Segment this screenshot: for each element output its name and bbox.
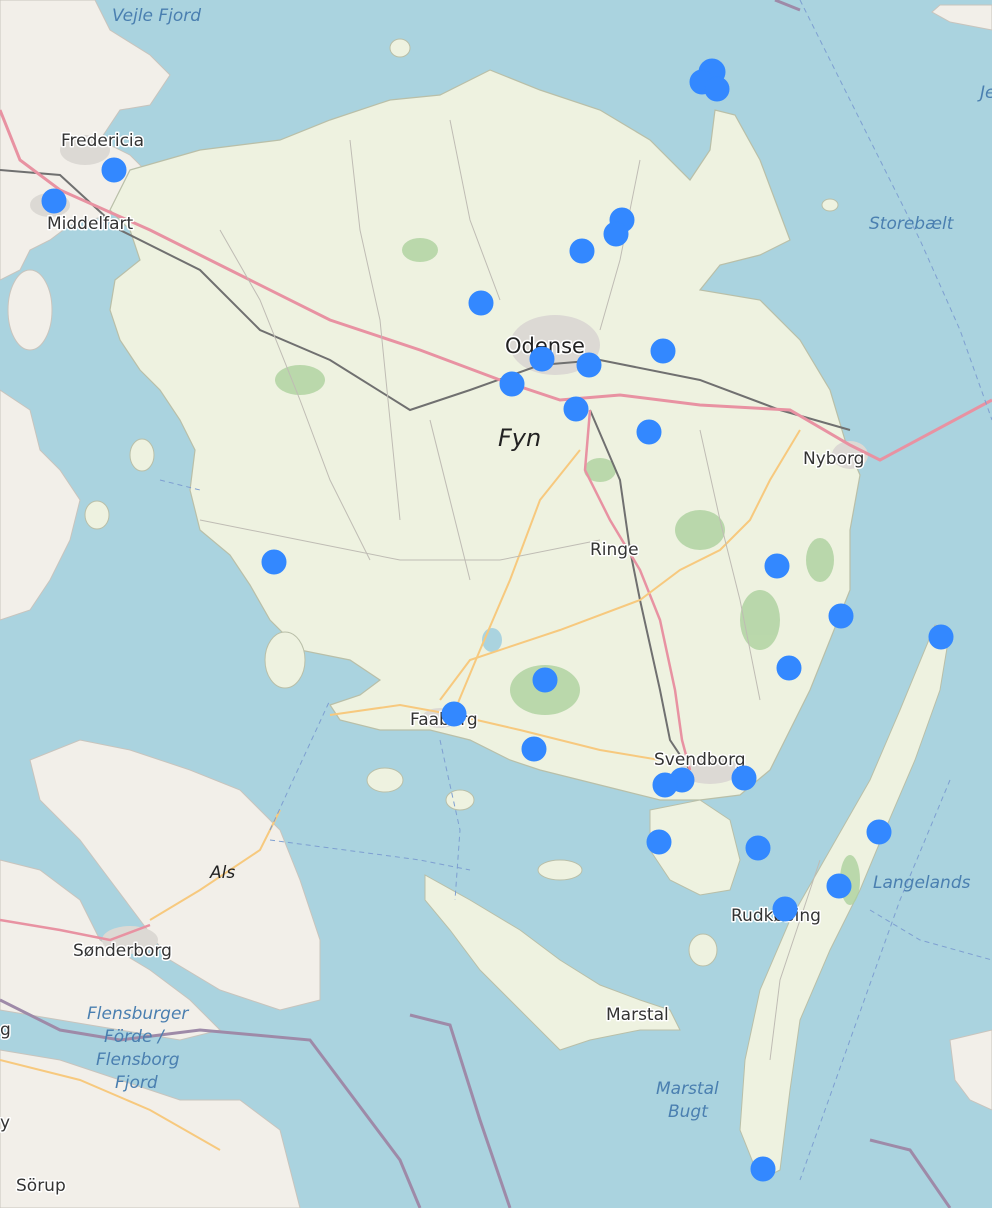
map-marker[interactable] [576, 352, 602, 378]
label-ringe: Ringe [590, 540, 639, 560]
map-marker[interactable] [866, 819, 892, 845]
island-4 [445, 789, 475, 811]
label-edge-je: Je [977, 83, 992, 103]
island-9 [7, 269, 53, 351]
map-marker[interactable] [652, 772, 678, 798]
map-marker[interactable] [646, 829, 672, 855]
map-marker[interactable] [745, 835, 771, 861]
label-flensburger-4: Fjord [115, 1073, 158, 1093]
map-marker[interactable] [101, 157, 127, 183]
map-marker[interactable] [41, 188, 67, 214]
map-marker[interactable] [532, 667, 558, 693]
label-flensburger-2: Förde / [104, 1027, 166, 1047]
map-marker[interactable] [731, 765, 757, 791]
label-vejle-fjord: Vejle Fjord [112, 6, 201, 26]
label-nyborg: Nyborg [803, 449, 864, 469]
label-edge-y: y [0, 1113, 10, 1133]
label-svendborg: Svendborg [654, 750, 746, 770]
label-langelands: Langelands [873, 873, 971, 893]
map-marker[interactable] [529, 346, 555, 372]
map-marker[interactable] [826, 873, 852, 899]
map-marker[interactable] [603, 221, 629, 247]
map-marker[interactable] [499, 371, 525, 397]
label-middelfart: Middelfart [47, 214, 134, 234]
map-marker[interactable] [650, 338, 676, 364]
map-marker[interactable] [569, 238, 595, 264]
label-sorup: Sörup [16, 1176, 66, 1196]
label-fredericia: Fredericia [61, 131, 144, 151]
label-flensburger-1: Flensburger [87, 1004, 189, 1024]
map-marker[interactable] [261, 549, 287, 575]
island-2 [264, 631, 306, 689]
island-1 [389, 38, 411, 58]
map-tiles: Vejle Fjord Fredericia Middelfart Odense… [0, 0, 992, 1208]
label-marstal: Marstal [606, 1005, 669, 1025]
map-marker[interactable] [828, 603, 854, 629]
map-marker[interactable] [764, 553, 790, 579]
map-marker[interactable] [772, 896, 798, 922]
label-storebaelt: Storebælt [869, 214, 955, 234]
map-marker[interactable] [928, 624, 954, 650]
island-3 [366, 767, 404, 793]
map-marker[interactable] [563, 396, 589, 422]
island-7 [129, 438, 155, 472]
island-5 [537, 859, 583, 881]
label-marstal-bugt-2: Bugt [668, 1102, 709, 1122]
label-sonderborg: Sønderborg [73, 941, 172, 961]
label-marstal-bugt-1: Marstal [656, 1079, 719, 1099]
island-6 [688, 933, 718, 967]
label-flensburger-3: Flensborg [96, 1050, 180, 1070]
label-edge-g: g [0, 1020, 11, 1040]
map-marker[interactable] [441, 701, 467, 727]
map-marker[interactable] [521, 736, 547, 762]
map-marker[interactable] [704, 76, 730, 102]
map-marker[interactable] [636, 419, 662, 445]
map-marker[interactable] [750, 1156, 776, 1182]
map-marker[interactable] [468, 290, 494, 316]
label-als: Als [209, 863, 235, 883]
island-10 [821, 198, 839, 212]
label-fyn: Fyn [498, 424, 541, 452]
map-view[interactable]: Vejle Fjord Fredericia Middelfart Odense… [0, 0, 992, 1208]
map-marker[interactable] [776, 655, 802, 681]
island-8 [84, 500, 110, 530]
